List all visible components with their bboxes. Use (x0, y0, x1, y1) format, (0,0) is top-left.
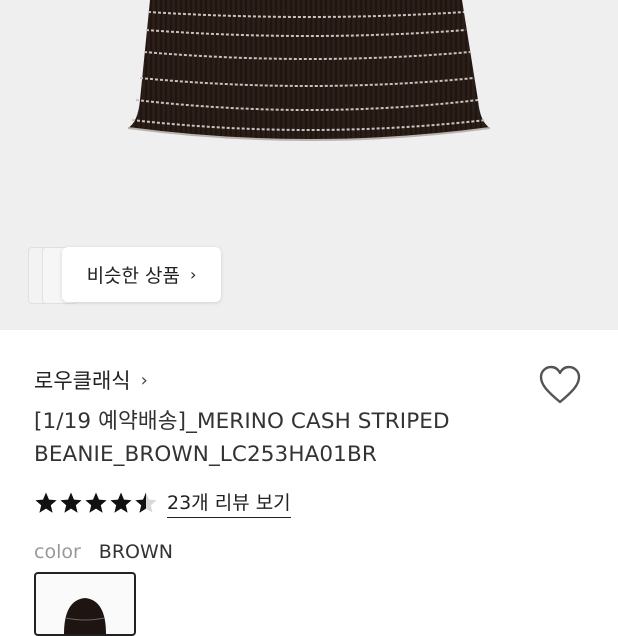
star-icon (60, 492, 82, 513)
star-icon (35, 492, 57, 513)
chevron-right-icon: › (190, 265, 197, 284)
rating-row: 23개 리뷰 보기 (34, 488, 291, 518)
product-title-line: BEANIE_BROWN_LC253HA01BR (34, 442, 377, 467)
similar-products-button[interactable]: 비슷한 상품 › (62, 247, 221, 302)
color-swatch-brown[interactable] (34, 572, 136, 636)
star-icon (110, 492, 132, 513)
brand-name: 로우클래식 (34, 369, 131, 393)
color-option-row: color BROWN (34, 537, 173, 567)
brand-link[interactable]: 로우클래식 › (34, 363, 148, 397)
reviews-link[interactable]: 23개 리뷰 보기 (167, 488, 291, 518)
product-title-line: [1/19 예약배송]_MERINO CASH STRIPED (34, 409, 450, 434)
product-title: [1/19 예약배송]_MERINO CASH STRIPED BEANIE_B… (34, 405, 574, 471)
chevron-right-icon: › (140, 369, 148, 391)
swatch-beanie-image (64, 598, 106, 634)
product-image-area[interactable]: 비슷한 상품 › (0, 0, 618, 330)
similar-products-label: 비슷한 상품 (86, 265, 181, 287)
half-star-icon (135, 492, 157, 513)
rating-stars (34, 491, 159, 515)
heart-icon (539, 365, 581, 404)
color-value: BROWN (98, 541, 173, 563)
color-label: color (34, 541, 81, 563)
star-icon (85, 492, 107, 513)
wishlist-button[interactable] (538, 364, 582, 406)
